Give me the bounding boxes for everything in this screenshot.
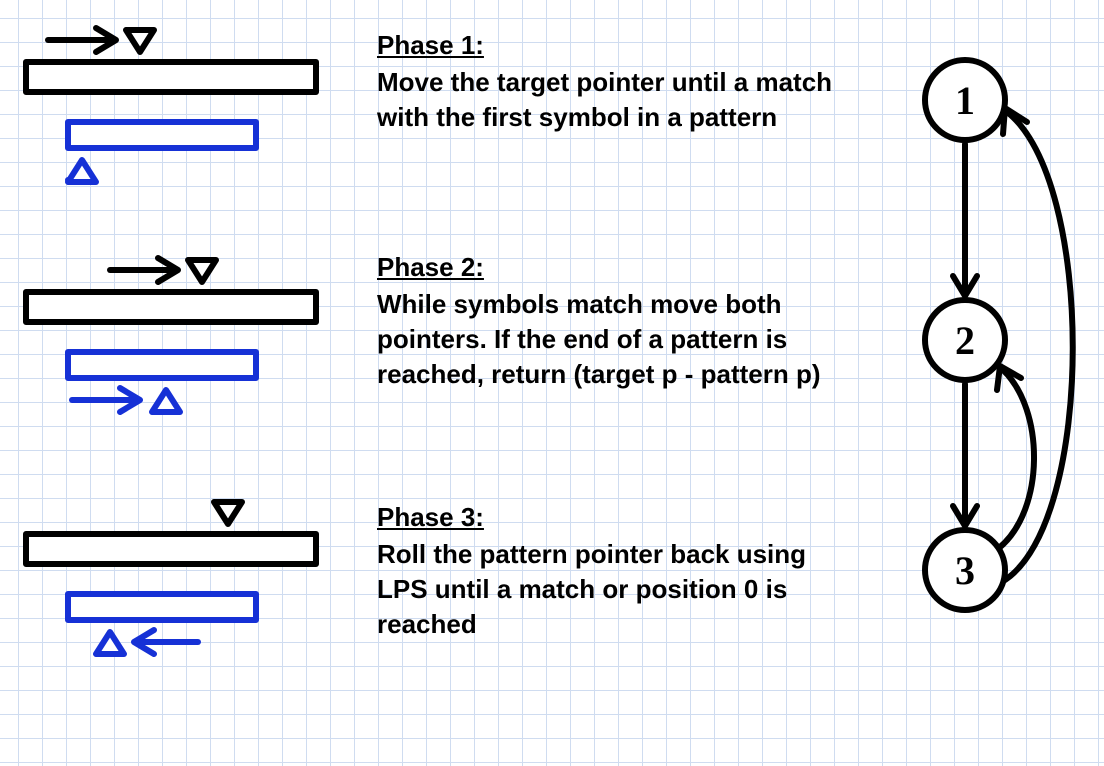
illustration-phase-3 xyxy=(18,490,328,660)
phase-1-body: Move the target pointer until a match wi… xyxy=(377,67,832,132)
state-graph: 1 2 3 xyxy=(895,40,1095,660)
phase-1-text: Phase 1: Move the target pointer until a… xyxy=(377,28,847,135)
node-1-label: 1 xyxy=(955,78,975,123)
illustration-phase-2 xyxy=(18,248,328,418)
diagram-content: Phase 1: Move the target pointer until a… xyxy=(0,0,1104,766)
phase-2-text: Phase 2: While symbols match move both p… xyxy=(377,250,847,392)
illustration-phase-1 xyxy=(18,18,328,188)
phase-2-title: Phase 2: xyxy=(377,250,484,285)
phase-3-title: Phase 3: xyxy=(377,500,484,535)
node-3-label: 3 xyxy=(955,548,975,593)
node-2-label: 2 xyxy=(955,318,975,363)
phase-1-title: Phase 1: xyxy=(377,28,484,63)
phase-3-body: Roll the pattern pointer back using LPS … xyxy=(377,539,806,639)
phase-2-body: While symbols match move both pointers. … xyxy=(377,289,821,389)
phase-3-text: Phase 3: Roll the pattern pointer back u… xyxy=(377,500,847,642)
